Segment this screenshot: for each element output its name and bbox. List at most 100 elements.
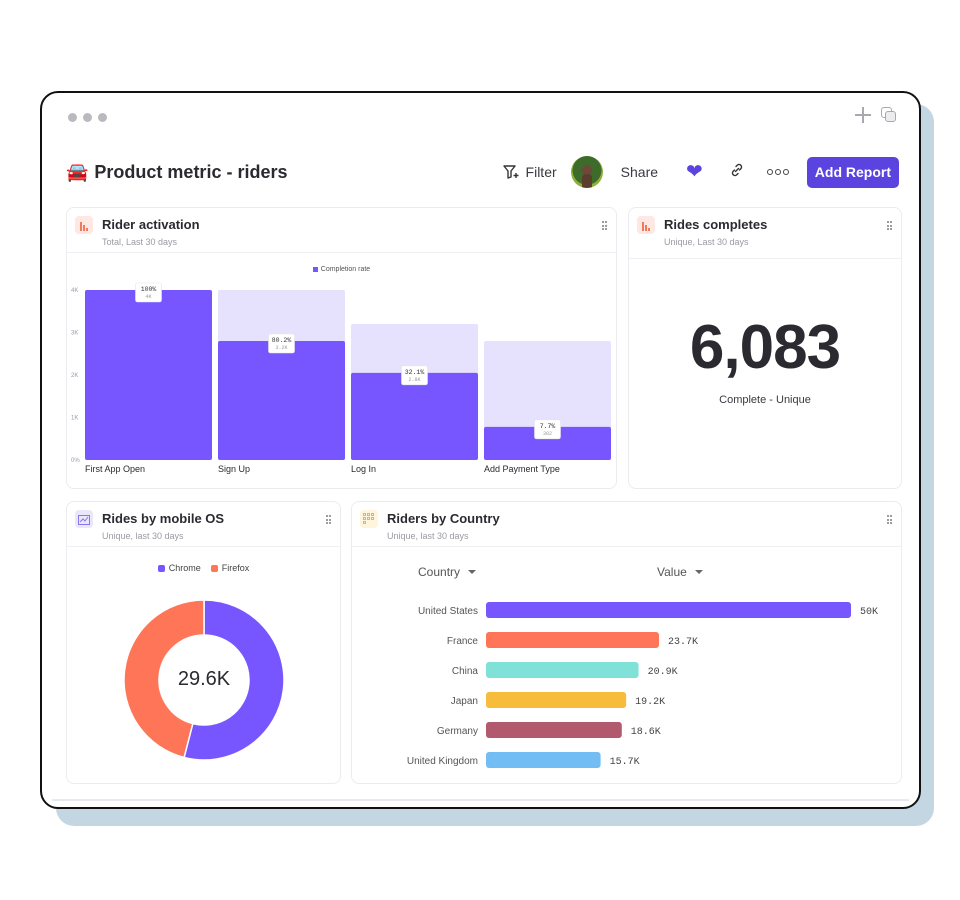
table-chart-icon bbox=[360, 510, 378, 528]
country-bar[interactable] bbox=[486, 632, 660, 648]
traffic-dot[interactable] bbox=[83, 113, 92, 122]
funnel-chart-icon bbox=[75, 216, 93, 234]
rides-completes-card: Rides completes Unique, Last 30 days 6,0… bbox=[628, 207, 902, 489]
country-label: Germany bbox=[437, 726, 478, 737]
page-title-text: Product metric - riders bbox=[94, 161, 288, 182]
legend-item-firefox[interactable]: Firefox bbox=[210, 563, 250, 573]
rides-by-os-card: Rides by mobile OS Unique, last 30 days … bbox=[66, 501, 341, 784]
country-bar-chart: United States 50K France 23.7K China 20.9K Jap… bbox=[407, 602, 878, 768]
card-subtitle: Unique, last 30 days bbox=[102, 531, 184, 541]
funnel-bar[interactable] bbox=[218, 341, 345, 460]
card-title: Rides by mobile OS bbox=[102, 511, 225, 526]
avatar[interactable] bbox=[570, 156, 603, 188]
tooltip-percent: 80.2% bbox=[272, 337, 292, 344]
filter-button[interactable]: Filter bbox=[502, 164, 557, 180]
app-window: 🚘 Product metric - riders Filter Share ❤… bbox=[40, 91, 921, 809]
x-category-label: Log In bbox=[351, 464, 376, 474]
y-tick-label: 2K bbox=[71, 373, 78, 379]
funnel-bar[interactable] bbox=[85, 290, 212, 460]
x-category-label: First App Open bbox=[85, 464, 145, 474]
share-label: Share bbox=[620, 164, 659, 180]
bar-value-label: 50K bbox=[860, 607, 878, 618]
bar-value-label: 15.7K bbox=[610, 757, 640, 768]
link-icon[interactable] bbox=[729, 162, 745, 183]
sort-caret-icon bbox=[694, 570, 703, 574]
x-category-label: Sign Up bbox=[218, 464, 250, 474]
country-label: China bbox=[452, 666, 479, 677]
tooltip-percent: 32.1% bbox=[405, 369, 425, 376]
metric-value: 6,083 bbox=[689, 313, 841, 382]
x-category-label: Add Payment Type bbox=[484, 464, 560, 474]
y-tick-label: 0% bbox=[71, 458, 80, 464]
dashboard-header: 🚘 Product metric - riders Filter Share ❤… bbox=[66, 155, 899, 189]
tooltip-percent: 100% bbox=[141, 286, 157, 293]
y-tick-label: 1K bbox=[71, 416, 78, 422]
legend-label: Completion rate bbox=[320, 266, 371, 273]
donut-legend: Chrome Firefox bbox=[67, 563, 340, 573]
country-bar[interactable] bbox=[486, 722, 622, 738]
funnel-bar[interactable] bbox=[351, 372, 478, 460]
filter-icon bbox=[502, 165, 519, 179]
donut-center-value: 29.6K bbox=[177, 668, 231, 690]
country-label: United Kingdom bbox=[407, 756, 478, 767]
duplicate-icon[interactable] bbox=[881, 107, 897, 123]
add-report-button[interactable]: Add Report bbox=[806, 156, 899, 188]
country-bar[interactable] bbox=[486, 752, 601, 768]
funnel-legend: Completion rate bbox=[67, 266, 616, 273]
bar-value-label: 23.7K bbox=[668, 637, 698, 648]
funnel-chart: 0%1K2K3K4KFirst App Open100%4KSign Up80.… bbox=[71, 282, 611, 474]
bar-value-label: 18.6K bbox=[631, 727, 661, 738]
page-title: 🚘 Product metric - riders bbox=[66, 162, 287, 183]
drag-handle-icon[interactable] bbox=[886, 515, 892, 524]
card-subtitle: Total, Last 30 days bbox=[102, 237, 178, 247]
card-title: Riders by Country bbox=[387, 511, 500, 526]
legend-item-chrome[interactable]: Chrome bbox=[157, 563, 201, 573]
country-label: Japan bbox=[451, 696, 478, 707]
card-title: Rider activation bbox=[102, 217, 200, 232]
filter-label: Filter bbox=[525, 164, 557, 180]
country-bar[interactable] bbox=[486, 662, 639, 678]
y-tick-label: 3K bbox=[71, 331, 78, 337]
legend-swatch bbox=[210, 565, 218, 573]
card-title: Rides completes bbox=[664, 217, 768, 232]
country-bar[interactable] bbox=[486, 692, 627, 708]
legend-label: Firefox bbox=[221, 563, 250, 573]
bar-value-label: 19.2K bbox=[635, 697, 665, 708]
share-button[interactable]: Share bbox=[621, 164, 658, 180]
drag-handle-icon[interactable] bbox=[886, 221, 892, 230]
y-tick-label: 4K bbox=[71, 288, 78, 294]
car-icon: 🚘 bbox=[66, 161, 89, 182]
more-icon[interactable] bbox=[766, 169, 789, 175]
country-label: United States bbox=[418, 606, 478, 617]
new-tab-icon[interactable] bbox=[855, 107, 871, 123]
traffic-dot[interactable] bbox=[98, 113, 107, 122]
column-label: Country bbox=[418, 565, 461, 579]
tooltip-value: 4K bbox=[145, 294, 151, 300]
window-traffic-lights[interactable] bbox=[68, 113, 107, 122]
rider-activation-card: Rider activation Total, Last 30 days Com… bbox=[66, 207, 617, 489]
legend-label: Chrome bbox=[168, 563, 201, 573]
value-column-header[interactable]: Value bbox=[657, 565, 703, 579]
column-label: Value bbox=[657, 565, 687, 579]
metric-label: Complete - Unique bbox=[719, 394, 811, 406]
card-subtitle: Unique, Last 30 days bbox=[664, 237, 749, 247]
card-subtitle: Unique, last 30 days bbox=[387, 531, 469, 541]
tooltip-value: 2.8K bbox=[408, 377, 420, 383]
drag-handle-icon[interactable] bbox=[601, 221, 607, 230]
window-bottom-edge bbox=[52, 799, 909, 801]
legend-swatch bbox=[312, 266, 318, 272]
tooltip-value: 3.2K bbox=[275, 345, 287, 351]
riders-by-country-card: Riders by Country Unique, last 30 days C… bbox=[351, 501, 902, 784]
tooltip-value: 302 bbox=[543, 431, 552, 437]
heart-icon[interactable]: ❤ bbox=[686, 162, 703, 182]
tooltip-percent: 7.7% bbox=[540, 423, 556, 430]
traffic-dot[interactable] bbox=[68, 113, 77, 122]
bar-value-label: 20.9K bbox=[648, 667, 678, 678]
country-bar[interactable] bbox=[486, 602, 851, 618]
line-chart-icon bbox=[75, 510, 93, 528]
metric-chart-icon bbox=[637, 216, 655, 234]
country-label: France bbox=[447, 636, 479, 647]
drag-handle-icon[interactable] bbox=[325, 515, 331, 524]
country-column-header[interactable]: Country bbox=[418, 565, 477, 579]
sort-caret-icon bbox=[468, 570, 477, 574]
